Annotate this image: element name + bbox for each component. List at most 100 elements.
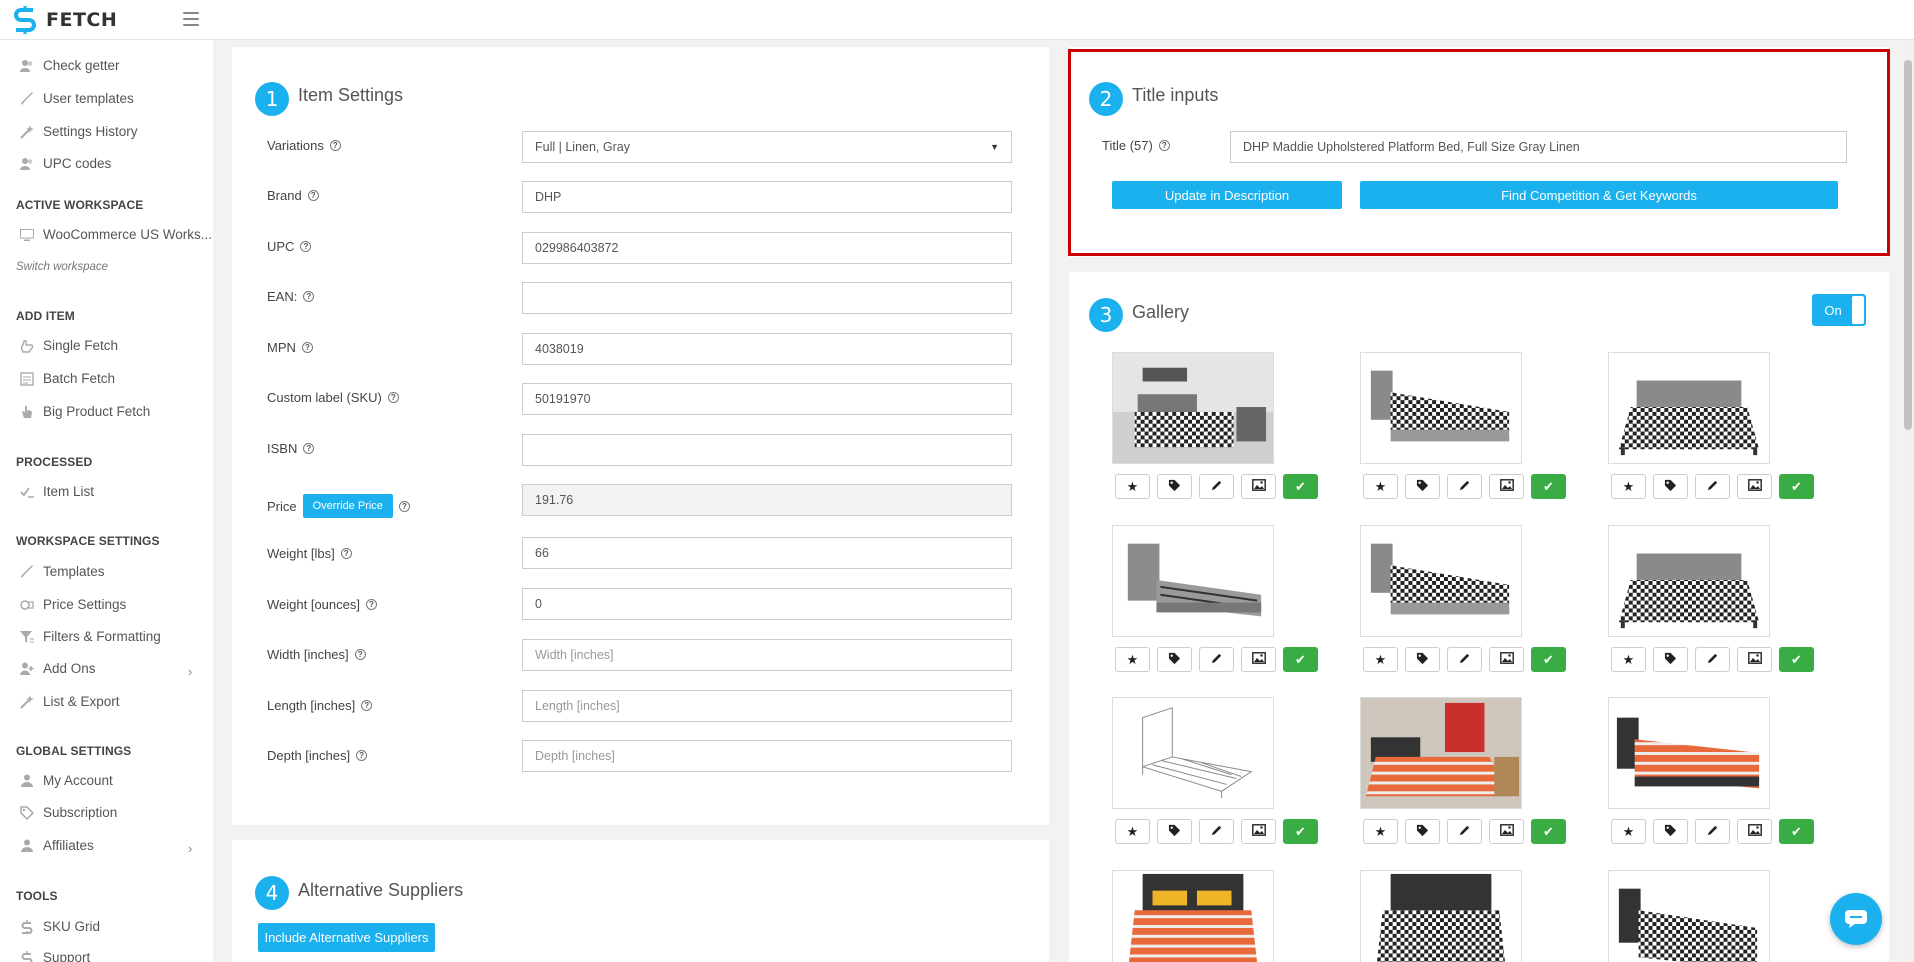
gallery-image[interactable]	[1360, 870, 1522, 962]
image-button[interactable]	[1737, 474, 1772, 499]
pencil-button[interactable]	[1447, 647, 1482, 672]
mpn-input[interactable]	[522, 333, 1012, 365]
tag-button[interactable]	[1653, 819, 1688, 844]
sidebar-item-filters-formatting[interactable]: Filters & Formatting	[20, 629, 161, 644]
check-button[interactable]: ✔	[1283, 474, 1318, 499]
check-button[interactable]: ✔	[1531, 474, 1566, 499]
sidebar-item-workspace[interactable]: WooCommerce US Works...	[20, 227, 212, 242]
sidebar-item-templates[interactable]: Templates	[20, 564, 105, 579]
sidebar-item-settings-history[interactable]: Settings History	[20, 124, 138, 139]
help-icon[interactable]: ?	[398, 500, 410, 512]
title-input[interactable]	[1230, 131, 1847, 163]
sidebar-item-item-list[interactable]: Item List	[20, 484, 94, 499]
tag-button[interactable]	[1653, 647, 1688, 672]
gallery-image[interactable]	[1608, 525, 1770, 637]
help-icon[interactable]: ?	[340, 548, 352, 559]
gallery-image[interactable]	[1360, 352, 1522, 464]
switch-workspace-link[interactable]: Switch workspace	[16, 261, 108, 273]
gallery-image[interactable]	[1112, 352, 1274, 464]
image-button[interactable]	[1241, 474, 1276, 499]
help-icon[interactable]: ?	[365, 599, 377, 610]
check-button[interactable]: ✔	[1779, 474, 1814, 499]
check-button[interactable]: ✔	[1531, 819, 1566, 844]
sidebar-item-batch-fetch[interactable]: Batch Fetch	[20, 371, 115, 386]
tag-button[interactable]	[1157, 647, 1192, 672]
star-button[interactable]: ★	[1611, 474, 1646, 499]
tag-button[interactable]	[1405, 819, 1440, 844]
check-button[interactable]: ✔	[1531, 647, 1566, 672]
pencil-button[interactable]	[1199, 819, 1234, 844]
width-input[interactable]	[522, 639, 1012, 671]
image-button[interactable]	[1241, 647, 1276, 672]
sidebar-item-my-account[interactable]: My Account	[20, 773, 113, 788]
star-button[interactable]: ★	[1611, 647, 1646, 672]
sidebar-item-support[interactable]: Support	[20, 950, 90, 962]
help-icon[interactable]: ?	[356, 750, 368, 761]
gallery-image[interactable]	[1608, 870, 1770, 962]
sidebar-item-single-fetch[interactable]: Single Fetch	[20, 338, 118, 353]
help-icon[interactable]: ?	[303, 291, 315, 302]
star-button[interactable]: ★	[1611, 819, 1646, 844]
gallery-image[interactable]	[1608, 697, 1770, 809]
pencil-button[interactable]	[1447, 819, 1482, 844]
sidebar-item-big-product-fetch[interactable]: Big Product Fetch	[20, 404, 150, 419]
tag-button[interactable]	[1405, 647, 1440, 672]
help-icon[interactable]: ?	[329, 140, 341, 151]
ean-input[interactable]	[522, 282, 1012, 314]
weight-ounces-input[interactable]	[522, 588, 1012, 620]
chevron-right-icon[interactable]: ›	[188, 664, 192, 679]
upc-input[interactable]	[522, 232, 1012, 264]
tag-button[interactable]	[1157, 474, 1192, 499]
sidebar-item-price-settings[interactable]: Price Settings	[20, 597, 126, 612]
pencil-button[interactable]	[1695, 474, 1730, 499]
gallery-image[interactable]	[1608, 352, 1770, 464]
image-button[interactable]	[1489, 647, 1524, 672]
logo[interactable]: FETCH	[13, 6, 117, 34]
scrollbar-thumb[interactable]	[1904, 60, 1912, 430]
star-button[interactable]: ★	[1115, 474, 1150, 499]
tag-button[interactable]	[1157, 819, 1192, 844]
image-button[interactable]	[1737, 819, 1772, 844]
tag-button[interactable]	[1405, 474, 1440, 499]
find-competition-button[interactable]: Find Competition & Get Keywords	[1360, 181, 1838, 209]
help-icon[interactable]: ?	[307, 190, 319, 201]
image-button[interactable]	[1737, 647, 1772, 672]
help-icon[interactable]: ?	[354, 649, 366, 660]
sidebar-item-user-templates[interactable]: User templates	[20, 91, 134, 106]
help-icon[interactable]: ?	[387, 392, 399, 403]
help-icon[interactable]: ?	[300, 241, 312, 252]
help-icon[interactable]: ?	[1158, 140, 1170, 151]
brand-input[interactable]	[522, 181, 1012, 213]
include-alternative-suppliers-button[interactable]: Include Alternative Suppliers	[258, 923, 435, 952]
variations-select[interactable]: Full | Linen, Gray ▼	[522, 131, 1012, 163]
price-input[interactable]	[522, 484, 1012, 516]
gallery-image[interactable]	[1112, 870, 1274, 962]
update-in-description-button[interactable]: Update in Description	[1112, 181, 1342, 209]
sidebar-item-sku-grid[interactable]: SKU Grid	[20, 919, 100, 934]
check-button[interactable]: ✔	[1779, 647, 1814, 672]
image-button[interactable]	[1241, 819, 1276, 844]
check-button[interactable]: ✔	[1283, 819, 1318, 844]
sidebar-item-upc-codes[interactable]: UPC codes	[20, 156, 111, 171]
tag-button[interactable]	[1653, 474, 1688, 499]
check-button[interactable]: ✔	[1283, 647, 1318, 672]
override-price-button[interactable]: Override Price	[302, 494, 393, 518]
star-button[interactable]: ★	[1363, 474, 1398, 499]
help-icon[interactable]: ?	[301, 342, 313, 353]
sidebar-item-subscription[interactable]: Subscription	[20, 805, 117, 820]
sidebar-item-list-export[interactable]: List & Export	[20, 694, 120, 709]
pencil-button[interactable]	[1695, 647, 1730, 672]
image-button[interactable]	[1489, 819, 1524, 844]
image-button[interactable]	[1489, 474, 1524, 499]
depth-input[interactable]	[522, 740, 1012, 772]
gallery-image[interactable]	[1112, 525, 1274, 637]
length-input[interactable]	[522, 690, 1012, 722]
sidebar-item-check-getter[interactable]: Check getter	[20, 58, 120, 73]
sidebar-item-add-ons[interactable]: Add Ons	[20, 661, 96, 676]
help-icon[interactable]: ?	[361, 700, 373, 711]
gallery-image[interactable]	[1360, 697, 1522, 809]
gallery-image[interactable]	[1360, 525, 1522, 637]
sidebar-item-affiliates[interactable]: Affiliates	[20, 838, 94, 853]
pencil-button[interactable]	[1199, 647, 1234, 672]
pencil-button[interactable]	[1199, 474, 1234, 499]
